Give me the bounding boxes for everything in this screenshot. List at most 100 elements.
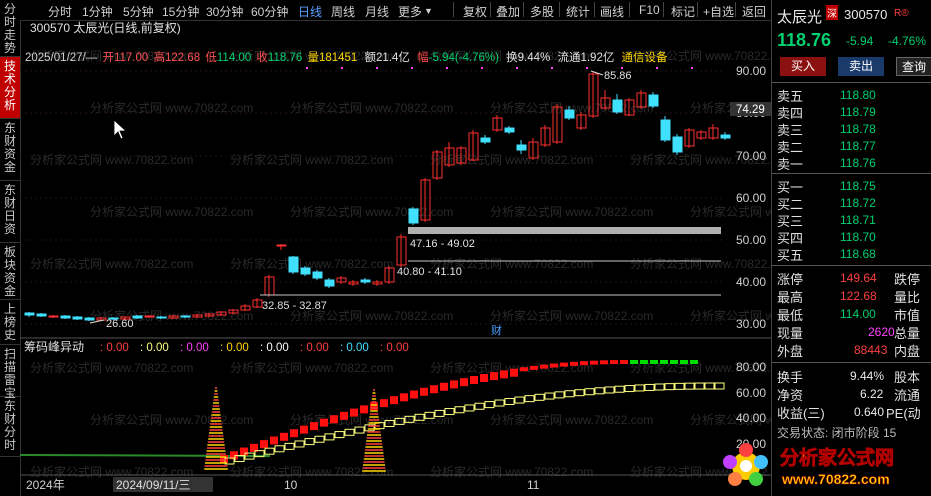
indicator-box — [614, 385, 625, 393]
sell-button[interactable]: 卖出 — [838, 57, 884, 76]
buy-level-price: 118.71 — [840, 213, 876, 227]
tab-capital-intraday[interactable]: 东财分时 — [0, 397, 20, 457]
tab-sector-capital[interactable]: 板块资金 — [0, 243, 20, 300]
watermark-text: 分析家公式网 www.70822.com — [230, 256, 393, 271]
signal-dot — [621, 67, 623, 69]
tab-capital[interactable]: 东财资金 — [0, 119, 20, 181]
watermark-text: 分析家公式网 www.70822.com — [430, 464, 593, 479]
tab-scan[interactable]: 扫描雷宝 — [0, 345, 20, 400]
tab-daily-capital[interactable]: 东财日资 — [0, 181, 20, 243]
indicator-bar — [390, 396, 398, 405]
indicator-bar — [300, 425, 308, 434]
indicator-bar — [670, 360, 678, 364]
indicator-bar — [410, 390, 418, 399]
toolbar-divider — [629, 2, 630, 17]
signal-dot — [656, 67, 658, 69]
overlay-button[interactable]: 叠加 — [496, 3, 520, 20]
stat-label: 股本 — [894, 370, 921, 385]
statistics-button[interactable]: 统计 — [566, 3, 590, 20]
stat-value: 149.64 — [840, 271, 877, 285]
indicator-bar — [480, 373, 488, 382]
price-tick: 90.00 — [736, 64, 766, 78]
tab-top-list[interactable]: 上榜史 — [0, 300, 20, 345]
tab-technical[interactable]: 技术分析 — [0, 57, 20, 119]
indicator-value: : 0.00 — [380, 342, 409, 354]
kline-chart[interactable]: 分析家公式网 www.70822.com 分析家公式网 www.70822.com… — [20, 20, 771, 496]
toolbar-divider — [697, 2, 698, 17]
price-tick: 70.00 — [736, 149, 766, 163]
period-toolbar: 分时 1分钟 5分钟 15分钟 30分钟 60分钟 日线 周线 月线 更多 ▼ … — [20, 0, 771, 21]
signal-dot — [551, 67, 553, 69]
indicator-value: : 0.00 — [100, 342, 129, 354]
price-tick: 60.00 — [736, 191, 766, 205]
buy-level-price: 118.70 — [840, 230, 876, 244]
period-more[interactable]: 更多 — [398, 3, 422, 20]
indicator-bar — [430, 385, 438, 394]
watermark-text: 分析家公式网 www.70822.com — [30, 256, 193, 271]
indicator-bar — [470, 376, 478, 385]
stat-value: 122.68 — [840, 289, 877, 303]
watermark-text: 分析家公式网 www.70822.com — [490, 204, 653, 219]
indicator-box — [454, 406, 465, 414]
period-1min[interactable]: 1分钟 — [82, 3, 113, 20]
stat-label: 现量 — [777, 326, 804, 341]
indicator-bar — [420, 387, 428, 396]
quote-panel: 太辰光 深 300570 R® 118.76 -5.94 -4.76% 买入 卖… — [771, 0, 931, 496]
indicator-bar — [570, 361, 578, 366]
candle-body — [672, 136, 683, 153]
candle-body — [84, 317, 95, 321]
indicator-box — [564, 390, 575, 398]
candle-body — [564, 109, 575, 119]
finance-marker[interactable]: 财 — [491, 323, 502, 337]
stat-value: 0.640 — [854, 405, 885, 419]
watermark-text: 分析家公式网 www.70822.com — [290, 204, 453, 219]
indicator-bar — [520, 367, 528, 372]
indicator-bar — [380, 399, 388, 408]
signal-dot — [376, 67, 378, 69]
signal-dot — [481, 67, 483, 69]
indicator-box — [354, 426, 365, 434]
candle-body — [24, 312, 35, 316]
mark-button[interactable]: 标记 — [671, 3, 695, 20]
indicator-box — [534, 393, 545, 401]
draw-line-button[interactable]: 画线 — [600, 3, 624, 20]
f10-button[interactable]: F10 — [639, 3, 660, 17]
period-weekly[interactable]: 周线 — [331, 3, 355, 20]
candle-body — [324, 279, 335, 287]
tab-intraday[interactable]: 分时走势 — [0, 0, 20, 57]
period-monthly[interactable]: 月线 — [365, 3, 389, 20]
period-intraday[interactable]: 分时 — [48, 3, 72, 20]
indicator-box — [654, 383, 665, 391]
stat-value: 9.44% — [850, 369, 885, 383]
toolbar-divider — [594, 2, 595, 17]
sell-level-price: 118.79 — [840, 105, 876, 119]
period-5min[interactable]: 5分钟 — [123, 3, 154, 20]
period-15min[interactable]: 15分钟 — [162, 3, 199, 20]
period-30min[interactable]: 30分钟 — [206, 3, 243, 20]
period-daily[interactable]: 日线 — [298, 3, 322, 20]
toolbar-divider — [490, 2, 491, 17]
query-button[interactable]: 查询 — [896, 57, 931, 76]
buy-button[interactable]: 买入 — [780, 57, 826, 76]
indicator-box — [324, 433, 335, 441]
period-60min[interactable]: 60分钟 — [251, 3, 288, 20]
adjust-button[interactable]: 复权 — [463, 3, 487, 20]
candle-body — [612, 99, 623, 113]
indicator-box — [704, 382, 715, 390]
indicator-box — [554, 391, 565, 399]
range-label: 32.85 - 32.87 — [262, 300, 327, 312]
add-watchlist-button[interactable]: +自选 — [703, 3, 734, 20]
stat-label: 最低 — [777, 308, 804, 323]
stat-value: 6.22 — [860, 387, 884, 401]
stat-label: 涨停 — [777, 272, 804, 287]
signal-dot — [516, 67, 518, 69]
indicator-bar — [220, 455, 228, 463]
indicator-bar — [360, 405, 368, 414]
watermark-text: 分析家公式网 www.70822.com — [490, 412, 653, 427]
stat-label: 流通 — [894, 388, 921, 403]
stock-name: 太辰光 — [777, 9, 823, 26]
back-button[interactable]: 返回 — [742, 3, 766, 20]
indicator-bar — [590, 360, 598, 365]
stat-label: 内盘 — [894, 344, 921, 359]
multi-stock-button[interactable]: 多股 — [530, 3, 554, 20]
